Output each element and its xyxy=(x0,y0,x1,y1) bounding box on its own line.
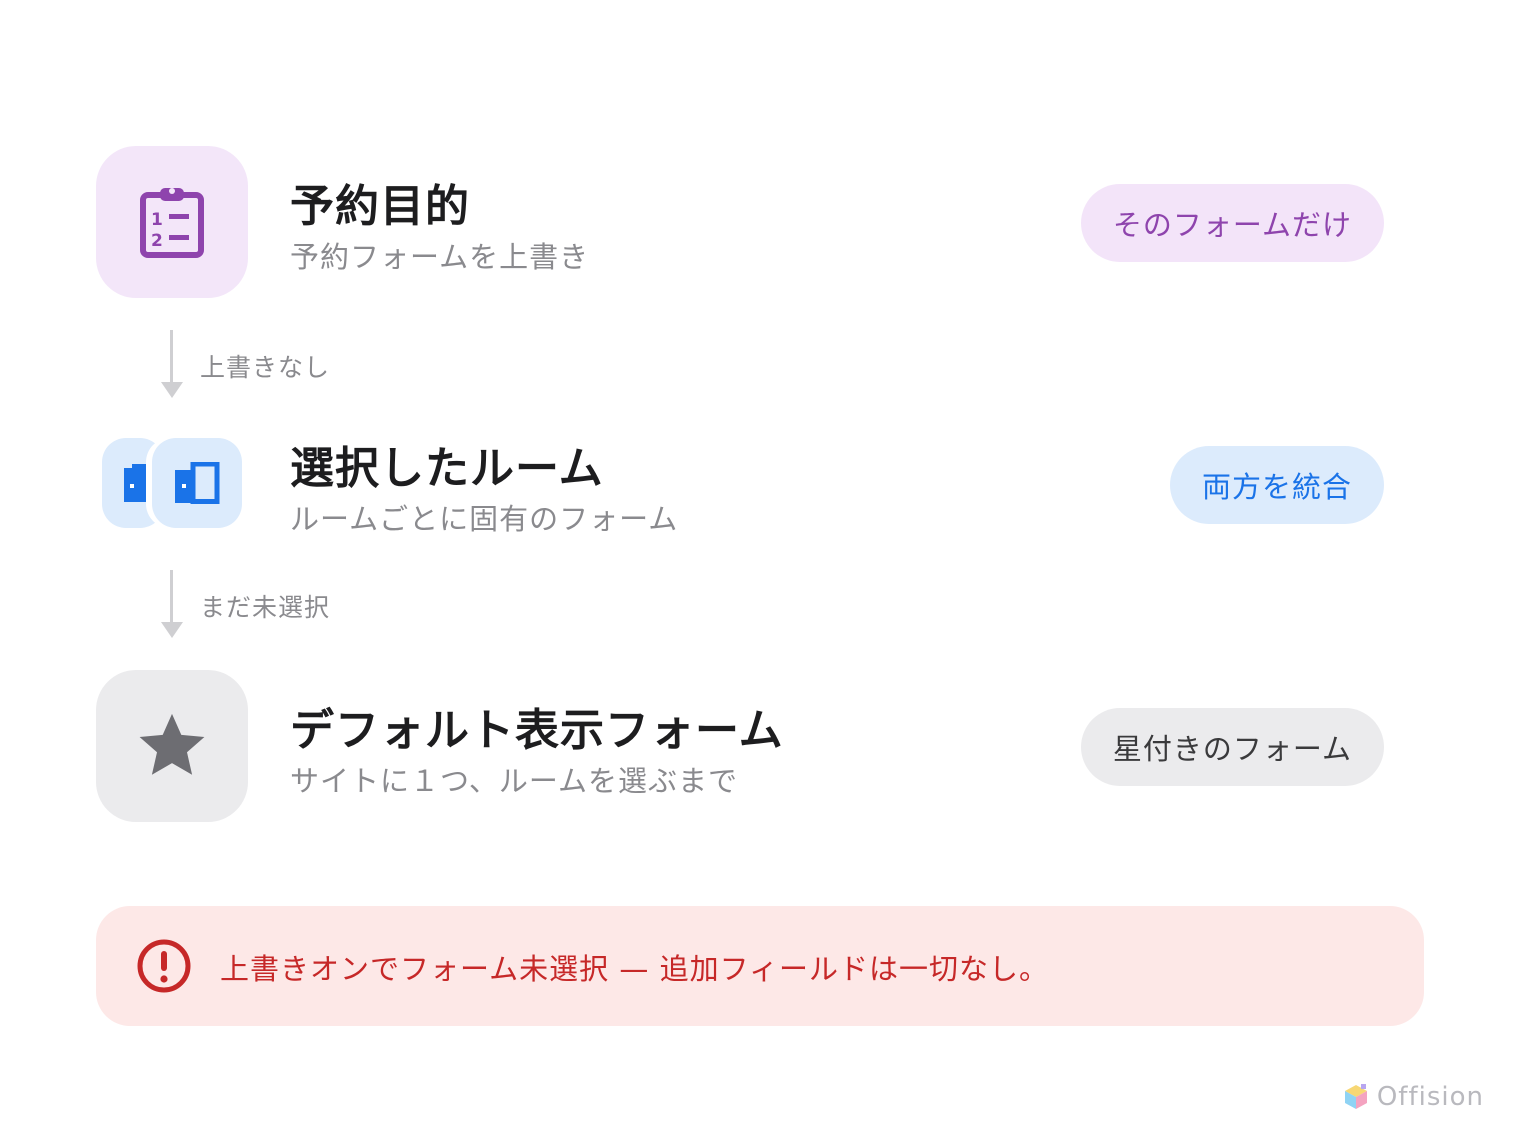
purpose-icon-tile: 1 2 xyxy=(96,146,248,298)
warning-alert: 上書きオンでフォーム未選択 — 追加フィールドは一切なし。 xyxy=(96,906,1424,1026)
connector-no-override: 上書きなし xyxy=(160,330,460,402)
step-booking-purpose: 1 2 予約目的 予約フォームを上書き そのフォームだけ xyxy=(96,146,1384,298)
step-title: 予約目的 xyxy=(290,181,470,232)
brand-name: Offision xyxy=(1376,1082,1484,1112)
star-icon xyxy=(139,713,205,775)
step-selected-room: 選択したルーム ルームごとに固有のフォーム 両方を統合 xyxy=(96,408,1384,560)
default-icon-tile xyxy=(96,670,248,822)
room-icon-group xyxy=(102,438,248,530)
step-subtitle: サイトに１つ、ルームを選ぶまで xyxy=(290,764,738,798)
connector-line xyxy=(170,330,173,386)
offision-logo-icon xyxy=(1344,1084,1367,1109)
arrow-down-icon xyxy=(161,382,183,398)
clipboard-list-icon: 1 2 xyxy=(140,188,204,258)
step-title: 選択したルーム xyxy=(290,443,604,494)
connector-label: まだ未選択 xyxy=(200,593,331,622)
arrow-down-icon xyxy=(161,622,183,638)
alert-message: 上書きオンでフォーム未選択 — 追加フィールドは一切なし。 xyxy=(220,952,1049,986)
scope-pill-merge-both[interactable]: 両方を統合 xyxy=(1169,446,1384,524)
connector-not-selected: まだ未選択 xyxy=(160,570,460,642)
svg-text:2: 2 xyxy=(151,231,163,251)
scope-pill-form-only[interactable]: そのフォームだけ xyxy=(1080,184,1384,262)
brand-watermark: Offision xyxy=(1343,1080,1484,1114)
step-subtitle: ルームごとに固有のフォーム xyxy=(290,502,679,536)
svg-text:1: 1 xyxy=(151,210,163,230)
room-card-front xyxy=(152,438,242,528)
step-title: デフォルト表示フォーム xyxy=(290,705,784,756)
door-icon xyxy=(175,462,220,504)
step-subtitle: 予約フォームを上書き xyxy=(290,240,590,274)
connector-label: 上書きなし xyxy=(200,353,331,382)
scope-pill-starred-form[interactable]: 星付きのフォーム xyxy=(1080,708,1384,786)
exclamation-circle-icon xyxy=(137,939,191,993)
connector-line xyxy=(170,570,173,626)
step-default-form: デフォルト表示フォーム サイトに１つ、ルームを選ぶまで 星付きのフォーム xyxy=(96,670,1384,822)
